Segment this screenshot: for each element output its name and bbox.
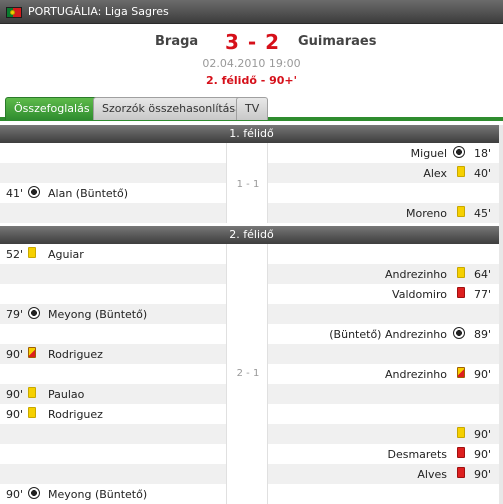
goal-ball-icon bbox=[453, 146, 465, 158]
event-player[interactable]: Meyong (Büntető) bbox=[48, 308, 147, 321]
yellow-card-icon bbox=[457, 206, 465, 217]
event-minute: 41' bbox=[6, 187, 24, 200]
second-half-header: 2. félidő bbox=[0, 226, 503, 244]
event-minute: 90' bbox=[473, 468, 491, 481]
portugal-flag-icon bbox=[6, 7, 22, 18]
tab-summary[interactable]: Összefoglalás bbox=[5, 97, 99, 120]
event-player[interactable]: Rodriguez bbox=[48, 408, 103, 421]
league-header-bar: PORTUGÁLIA: Liga Sagres bbox=[0, 0, 503, 24]
event-minute: 90' bbox=[473, 448, 491, 461]
home-team-name[interactable]: Braga bbox=[155, 34, 198, 49]
event-player[interactable]: Rodriguez bbox=[48, 348, 103, 361]
second-yellow-card-icon bbox=[457, 367, 465, 378]
yellow-card-icon bbox=[457, 267, 465, 278]
scrollbar-track[interactable] bbox=[499, 125, 503, 504]
red-card-icon bbox=[457, 467, 465, 478]
event-player[interactable]: (Büntető) Andrezinho bbox=[329, 328, 447, 341]
event-minute: 90' bbox=[6, 348, 24, 361]
yellow-card-icon bbox=[28, 407, 36, 418]
event-minute: 90' bbox=[473, 428, 491, 441]
event-minute: 79' bbox=[6, 308, 24, 321]
event-minute: 90' bbox=[473, 368, 491, 381]
event-minute: 64' bbox=[473, 268, 491, 281]
event-player[interactable]: Paulao bbox=[48, 388, 84, 401]
event-minute: 89' bbox=[473, 328, 491, 341]
goal-ball-icon bbox=[28, 186, 40, 198]
event-minute: 18' bbox=[473, 147, 491, 160]
event-player[interactable]: Alves bbox=[417, 468, 447, 481]
second-yellow-card-icon bbox=[28, 347, 36, 358]
goal-ball-icon bbox=[28, 307, 40, 319]
yellow-card-icon bbox=[457, 427, 465, 438]
event-minute: 90' bbox=[6, 388, 24, 401]
event-player[interactable]: Aguiar bbox=[48, 248, 84, 261]
event-minute: 90' bbox=[6, 488, 24, 501]
match-status: 2. félidő - 90+' bbox=[206, 74, 297, 87]
event-player[interactable]: Miguel bbox=[411, 147, 447, 160]
first-half-score-column: 1 - 1 bbox=[226, 143, 268, 223]
second-half-score-column: 2 - 1 bbox=[226, 244, 268, 504]
away-team-name[interactable]: Guimaraes bbox=[298, 34, 376, 49]
event-player[interactable]: Alan (Büntető) bbox=[48, 187, 128, 200]
goal-ball-icon bbox=[28, 487, 40, 499]
event-player[interactable]: Meyong (Büntető) bbox=[48, 488, 147, 501]
red-card-icon bbox=[457, 287, 465, 298]
red-card-icon bbox=[457, 447, 465, 458]
goal-ball-icon bbox=[453, 327, 465, 339]
yellow-card-icon bbox=[457, 166, 465, 177]
match-datetime: 02.04.2010 19:00 bbox=[202, 57, 301, 70]
tab-tv[interactable]: TV bbox=[236, 97, 269, 120]
league-title: PORTUGÁLIA: Liga Sagres bbox=[28, 5, 169, 18]
event-minute: 77' bbox=[473, 288, 491, 301]
event-minute: 45' bbox=[473, 207, 491, 220]
first-half-header: 1. félidő bbox=[0, 125, 503, 143]
event-player[interactable]: Valdomiro bbox=[392, 288, 447, 301]
match-score: 3 - 2 bbox=[225, 30, 281, 54]
yellow-card-icon bbox=[28, 247, 36, 258]
event-player[interactable]: Andrezinho bbox=[385, 368, 447, 381]
second-half-score: 2 - 1 bbox=[236, 368, 260, 379]
tab-odds-comparison[interactable]: Szorzók összehasonlítása bbox=[93, 97, 251, 120]
event-player[interactable]: Moreno bbox=[406, 207, 447, 220]
event-minute: 90' bbox=[6, 408, 24, 421]
event-player[interactable]: Desmarets bbox=[387, 448, 447, 461]
event-player[interactable]: Alex bbox=[423, 167, 447, 180]
tab-bar: Összefoglalás Szorzók összehasonlítása T… bbox=[0, 96, 503, 121]
event-minute: 52' bbox=[6, 248, 24, 261]
event-player[interactable]: Andrezinho bbox=[385, 268, 447, 281]
first-half-score: 1 - 1 bbox=[236, 179, 260, 190]
yellow-card-icon bbox=[28, 387, 36, 398]
event-minute: 40' bbox=[473, 167, 491, 180]
